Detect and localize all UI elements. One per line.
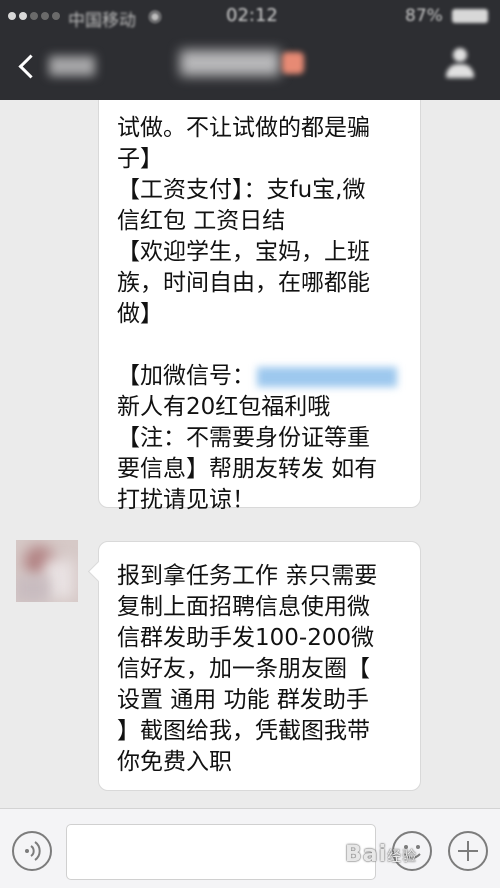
message-line: 报到拿任务工作 亲只需要 [117, 563, 378, 589]
chat-info-button[interactable] [442, 46, 478, 84]
voice-icon [25, 841, 41, 861]
back-icon [18, 53, 43, 79]
message-line: 打扰请见谅！ [117, 487, 255, 513]
message-input[interactable] [66, 824, 376, 880]
signal-icon [8, 12, 60, 20]
message-line: 设置 通用 功能 群发助手 [117, 687, 369, 713]
message-line: 【工资支付】：支fu宝,微 [117, 177, 366, 203]
message-line: 做】 [117, 301, 163, 327]
carrier-name: 中国移动 [68, 11, 136, 31]
message-line: 信红包 工资日结 [117, 208, 286, 234]
message-line: 信好友，加一条朋友圈【 [117, 656, 370, 682]
message-line: 【加微信号： [117, 361, 404, 392]
sender-avatar[interactable] [16, 540, 78, 602]
message-line: 试做。不让试做的都是骗 [117, 115, 370, 141]
message-line: 】截图给我，凭截图我带 [117, 718, 370, 744]
voice-button[interactable] [12, 831, 52, 871]
plus-button[interactable] [448, 831, 488, 871]
message-line: 信群发助手发100-200微 [117, 625, 375, 651]
title-emoji-icon [282, 52, 304, 74]
chat-title-redacted [180, 50, 280, 76]
battery-icon [452, 9, 488, 23]
back-button[interactable] [8, 46, 98, 86]
avatar-blur-3 [16, 576, 50, 602]
message-bubble[interactable]: 报到拿任务工作 亲只需要 复制上面招聘信息使用微 信群发助手发100-200微 … [98, 541, 421, 791]
profile-icon [453, 48, 467, 62]
message-line: 新人有20红包福利哦 [117, 394, 331, 420]
message-line: 族，时间自由，在哪都能 [117, 270, 370, 296]
battery-percent: 87% [405, 6, 443, 26]
top-header: 中国移动 ◉ 02:12 87% [0, 0, 500, 100]
back-label-redacted [49, 56, 95, 76]
message-line: 【注：不需要身份证等重 [117, 425, 370, 451]
status-time: 02:12 [226, 5, 278, 26]
message-line: 复制上面招聘信息使用微 [117, 594, 370, 620]
wechat-id-label: 【加微信号： [117, 363, 255, 389]
nav-bar [0, 30, 500, 100]
redacted-wechat-id [257, 366, 397, 387]
message-line: 要信息】帮朋友转发 如有 [117, 456, 378, 482]
status-bar: 中国移动 ◉ 02:12 87% [0, 0, 500, 31]
baidu-watermark: Bai经验 [345, 842, 418, 867]
wifi-icon: ◉ [148, 6, 162, 25]
message-line: 【欢迎学生，宝妈，上班 [117, 239, 370, 265]
input-bar [0, 808, 500, 888]
message-bubble[interactable]: 试做。不让试做的都是骗 子】 【工资支付】：支fu宝,微 信红包 工资日结 【欢… [98, 40, 421, 513]
message-line: 你免费入职 [117, 749, 232, 775]
chat-area[interactable]: 试做。不让试做的都是骗 子】 【工资支付】：支fu宝,微 信红包 工资日结 【欢… [0, 0, 500, 808]
message-line: 子】 [117, 146, 163, 172]
